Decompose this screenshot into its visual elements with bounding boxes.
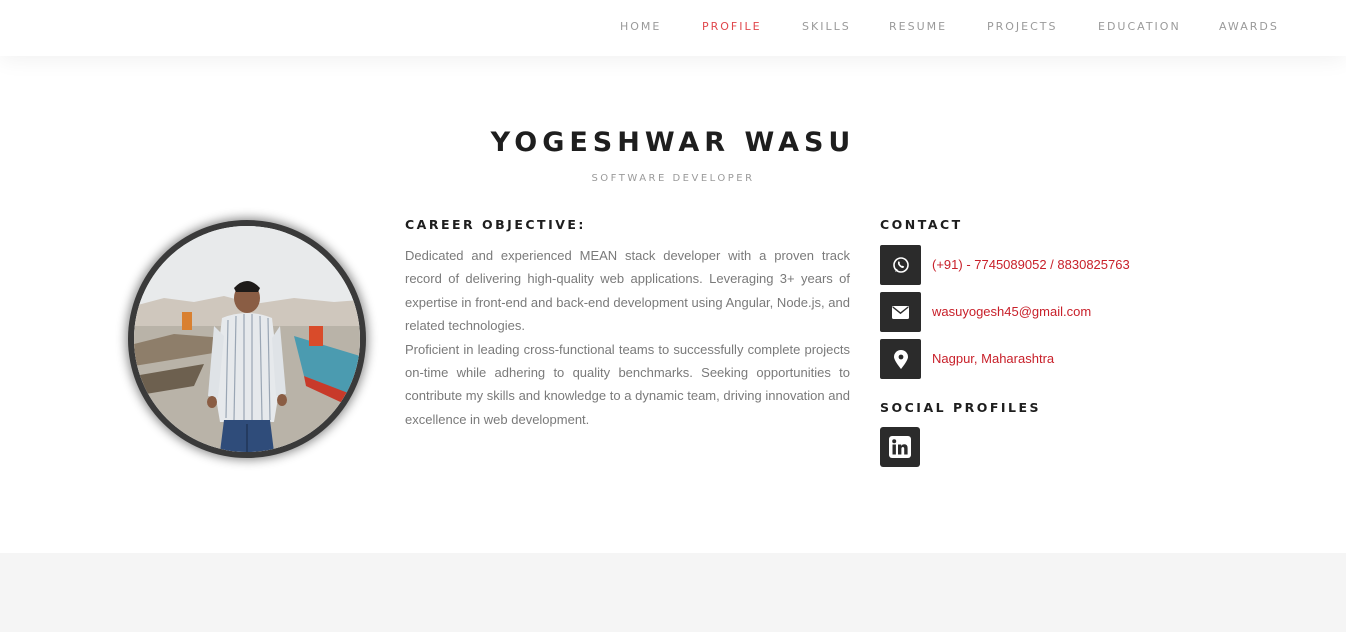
nav-item-projects[interactable]: PROJECTS bbox=[987, 20, 1058, 33]
profile-photo bbox=[134, 226, 360, 452]
nav-item-profile[interactable]: PROFILE bbox=[702, 20, 762, 33]
nav-item-awards[interactable]: AWARDS bbox=[1219, 20, 1279, 33]
profile-name: YOGESHWAR WASU bbox=[490, 127, 856, 158]
career-objective-text: Dedicated and experienced MEAN stack dev… bbox=[405, 244, 850, 431]
contact-email-link[interactable]: wasuyogesh45@gmail.com bbox=[932, 304, 1091, 319]
map-marker-icon bbox=[880, 339, 921, 379]
nav-item-skills[interactable]: SKILLS bbox=[802, 20, 851, 33]
career-objective-paragraph-1: Dedicated and experienced MEAN stack dev… bbox=[405, 248, 850, 334]
contact-location-text: Nagpur, Maharashtra bbox=[932, 351, 1055, 366]
career-objective-heading: CAREER OBJECTIVE: bbox=[405, 217, 586, 232]
profile-photo-frame bbox=[128, 220, 366, 458]
top-navbar: HOME PROFILE SKILLS RESUME PROJECTS EDUC… bbox=[0, 0, 1346, 56]
envelope-icon bbox=[880, 292, 921, 332]
contact-phone-link[interactable]: (+91) - 7745089052 / 8830825763 bbox=[932, 257, 1130, 272]
next-section-background bbox=[0, 553, 1346, 632]
nav-item-home[interactable]: HOME bbox=[620, 20, 661, 33]
linkedin-button[interactable] bbox=[880, 427, 920, 467]
nav-item-resume[interactable]: RESUME bbox=[889, 20, 947, 33]
social-profiles-heading: SOCIAL PROFILES bbox=[880, 400, 1042, 415]
nav-item-education[interactable]: EDUCATION bbox=[1098, 20, 1181, 33]
career-objective-paragraph-2: Proficient in leading cross-functional t… bbox=[405, 341, 850, 427]
linkedin-icon bbox=[889, 436, 911, 458]
profile-photo-illustration bbox=[134, 226, 360, 452]
contact-heading: CONTACT bbox=[880, 217, 963, 232]
whatsapp-icon bbox=[880, 245, 921, 285]
profile-title: SOFTWARE DEVELOPER bbox=[591, 173, 755, 184]
